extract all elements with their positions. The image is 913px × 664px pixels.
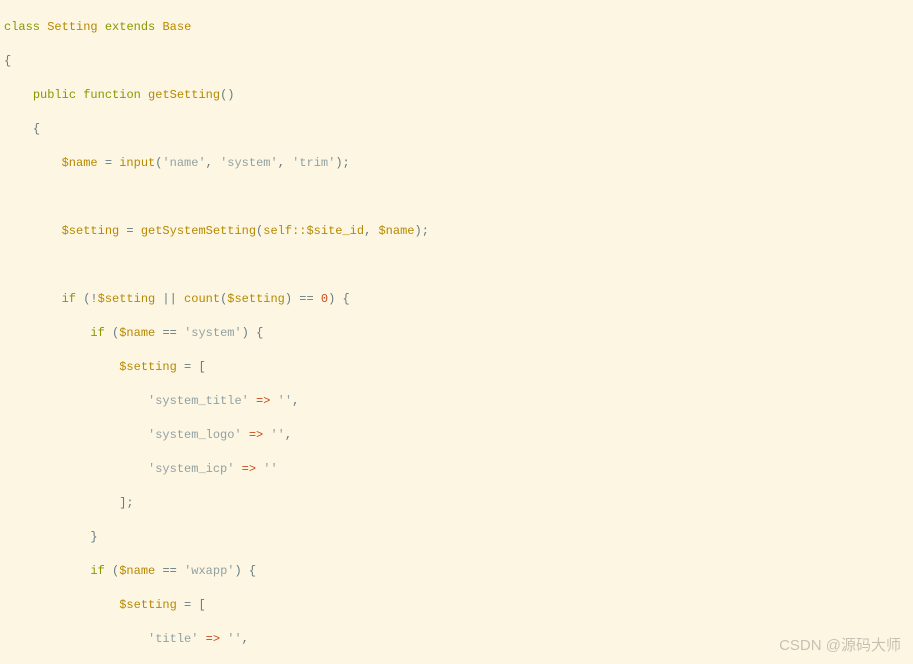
code-line: if ($name == 'system') { <box>4 325 913 342</box>
code-line: if ($name == 'wxapp') { <box>4 563 913 580</box>
code-line: if (!$setting || count($setting) == 0) { <box>4 291 913 308</box>
code-line: $name = input('name', 'system', 'trim'); <box>4 155 913 172</box>
code-line: $setting = [ <box>4 597 913 614</box>
code-line: 'system_title' => '', <box>4 393 913 410</box>
code-line: 'system_icp' => '' <box>4 461 913 478</box>
code-line: ]; <box>4 495 913 512</box>
code-block: class Setting extends Base { public func… <box>0 0 913 664</box>
code-line: $setting = [ <box>4 359 913 376</box>
code-line <box>4 257 913 274</box>
code-line: $setting = getSystemSetting(self::$site_… <box>4 223 913 240</box>
code-line: 'title' => '', <box>4 631 913 648</box>
code-line: public function getSetting() <box>4 87 913 104</box>
code-line: 'system_logo' => '', <box>4 427 913 444</box>
code-line <box>4 189 913 206</box>
code-line: } <box>4 529 913 546</box>
code-line: class Setting extends Base <box>4 19 913 36</box>
code-line: { <box>4 53 913 70</box>
code-line: { <box>4 121 913 138</box>
